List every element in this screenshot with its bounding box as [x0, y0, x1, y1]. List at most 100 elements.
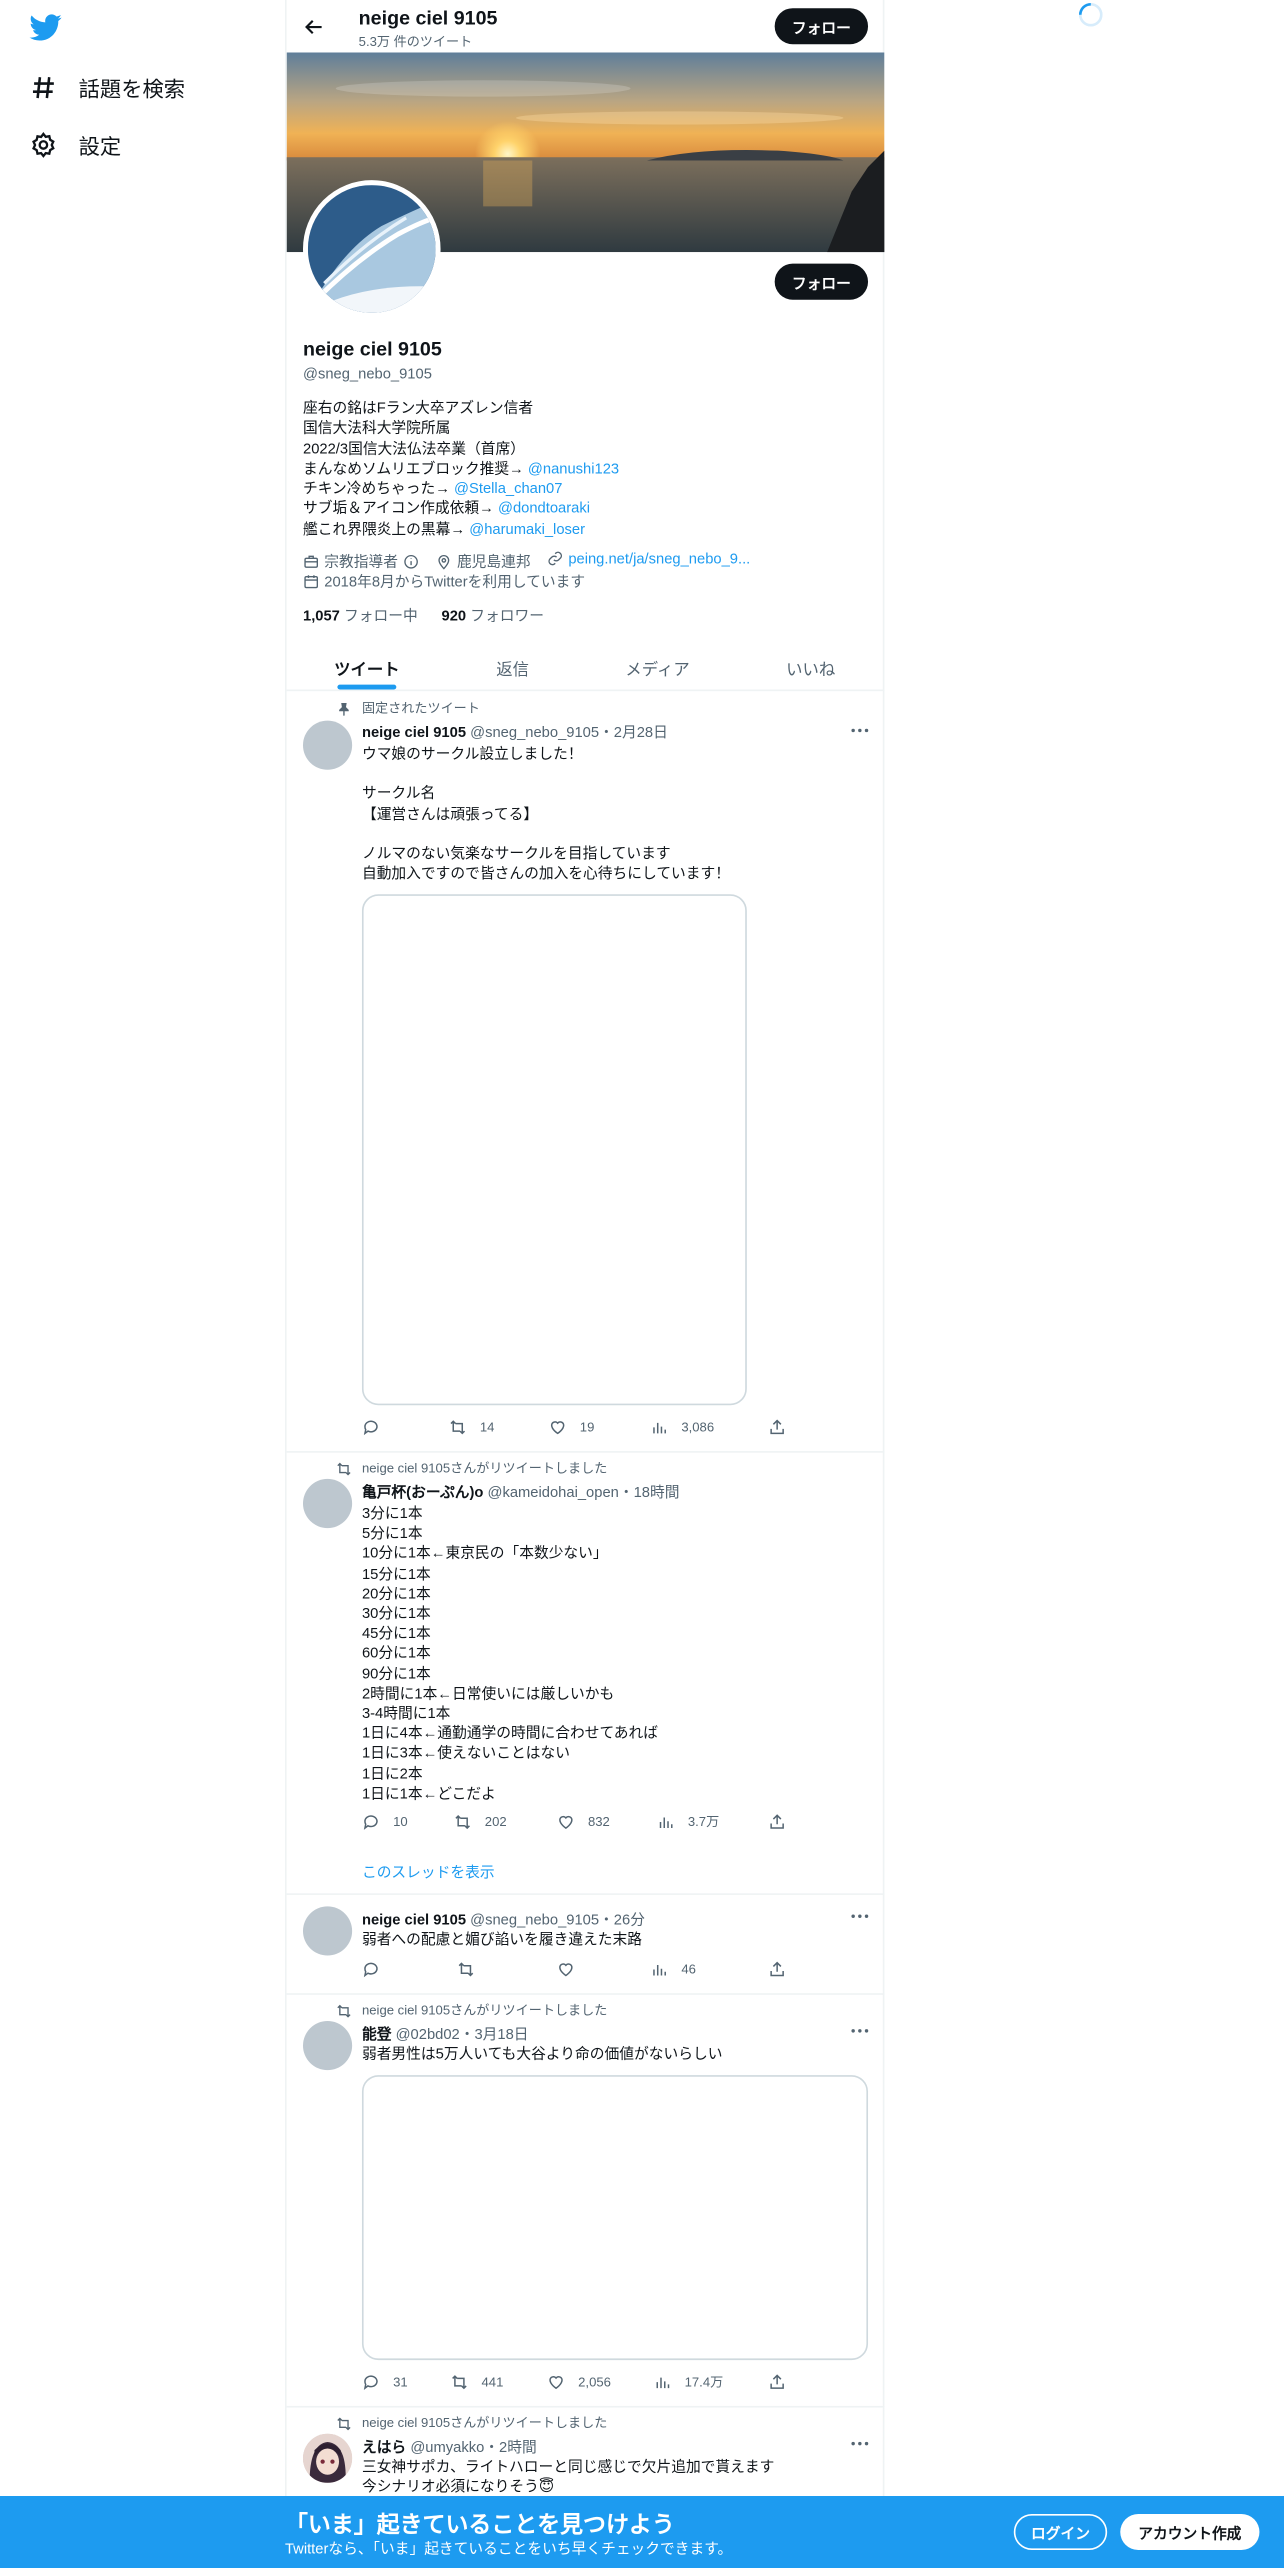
like-button[interactable]: 2,056	[547, 2373, 611, 2391]
show-thread-link[interactable]: このスレッドを表示	[362, 1861, 495, 1882]
more-icon[interactable]	[848, 719, 871, 742]
like-button[interactable]: 832	[557, 1813, 610, 1831]
bio-line: まんなめソムリエブロック推奨→	[302, 460, 528, 477]
retweet-button[interactable]	[457, 1960, 488, 1978]
retweet-button[interactable]: 14	[449, 1418, 494, 1436]
tweet-author-name[interactable]: えはら	[362, 2439, 406, 2455]
tweet-line: 1日に3本←使えないことはない	[361, 1744, 570, 1762]
share-button[interactable]	[768, 1960, 799, 1978]
tweet-line: 弱者男性は5万人いても大谷より命の価値がないらしい	[361, 2045, 723, 2062]
views-button[interactable]: 17.4万	[653, 2373, 723, 2391]
reply-button[interactable]: 31	[362, 2373, 408, 2391]
tweet-author-name[interactable]: neige ciel 9105	[362, 724, 466, 740]
divider	[286, 1893, 885, 1895]
reply-button[interactable]	[362, 1418, 393, 1436]
like-button[interactable]: 19	[549, 1418, 595, 1436]
retweet-icon	[452, 2375, 467, 2390]
view-count: 3,086	[681, 1419, 715, 1435]
back-arrow-icon[interactable]	[303, 16, 324, 37]
more-icon[interactable]	[848, 2019, 871, 2042]
tweet-avatar[interactable]	[302, 720, 353, 770]
tweet-author-name[interactable]: 能登	[362, 2026, 392, 2042]
tab-media[interactable]: メディア	[578, 642, 737, 691]
tweet-line: 45分に1本	[361, 1625, 431, 1642]
bio-line: 艦これ界隈炎上の黒幕→	[302, 520, 470, 537]
like-count: 832	[587, 1814, 610, 1830]
tweet-media[interactable]	[361, 2075, 869, 2361]
retweet-icon	[337, 1461, 351, 1475]
followers-link[interactable]: 920 フォロワー	[442, 608, 544, 624]
bio-mention-link[interactable]: @Stella_chan07	[454, 480, 562, 496]
tweet-actions: 31 441 2,056 17.4万	[362, 2373, 788, 2393]
tweet-line: 20分に1本	[361, 1585, 431, 1602]
anime-avatar-image	[302, 2433, 353, 2483]
like-button[interactable]	[557, 1960, 588, 1978]
following-count: 1,057	[302, 607, 340, 625]
tab-likes[interactable]: いいね	[737, 642, 884, 691]
nav-explore[interactable]: 話題を検索	[29, 67, 185, 106]
more-icon[interactable]	[848, 1905, 871, 1928]
followers-count: 920	[441, 607, 467, 625]
profile-follow-button[interactable]: フォロー	[774, 263, 869, 300]
tweet-line: 30分に1本	[361, 1605, 431, 1622]
retweet-button[interactable]: 441	[450, 2373, 503, 2391]
bio-mention-link[interactable]: @harumaki_loser	[469, 520, 585, 536]
tweet-meta[interactable]: @sneg_nebo_9105・26分	[470, 1911, 645, 1927]
share-button[interactable]	[768, 1418, 799, 1436]
tweet-author-name[interactable]: neige ciel 9105	[362, 1911, 466, 1927]
reply-button[interactable]	[362, 1960, 393, 1978]
bio-mention-link[interactable]: @nanushi123	[528, 460, 619, 476]
login-button[interactable]: ログイン	[1013, 2514, 1108, 2551]
view-count: 17.4万	[684, 2374, 724, 2390]
tweet-line: 1日に2本	[361, 1764, 423, 1782]
reply-button[interactable]: 10	[362, 1813, 408, 1831]
tweet-media[interactable]	[361, 894, 747, 1406]
profile-avatar[interactable]	[302, 180, 441, 318]
bio-mention-link[interactable]: @dondtoaraki	[498, 500, 590, 516]
signup-button[interactable]: アカウント作成	[1120, 2514, 1260, 2551]
tweet-line: 90分に1本	[361, 1665, 431, 1682]
tweet-author-name[interactable]: 亀戸杯(おーぷん)o	[362, 1484, 483, 1500]
bar-chart-icon	[656, 2377, 670, 2389]
tweet-meta[interactable]: @kameidohai_open・18時間	[488, 1484, 680, 1500]
tweet-line	[362, 764, 730, 784]
tweet-text: 弱者男性は5万人いても大谷より命の価値がないらしい	[362, 2044, 722, 2064]
hashtag-icon	[32, 76, 54, 98]
profile-joined-text: 2018年8月からTwitterを利用しています	[324, 573, 586, 590]
following-link[interactable]: 1,057 フォロー中	[303, 608, 418, 624]
tweet-meta[interactable]: @sneg_nebo_9105・2月28日	[470, 724, 668, 740]
retweet-button[interactable]: 202	[454, 1813, 507, 1831]
views-button[interactable]: 3.7万	[657, 1813, 719, 1831]
retweet-context: neige ciel 9105さんがリツイートしました	[336, 2001, 607, 2019]
retweet-icon	[458, 1962, 474, 1977]
tweet-avatar[interactable]	[302, 1906, 353, 1956]
twitter-logo-icon[interactable]	[29, 13, 62, 42]
views-button[interactable]: 3,086	[650, 1418, 714, 1436]
share-icon	[770, 2374, 784, 2389]
more-icon[interactable]	[848, 2432, 871, 2455]
like-count: 19	[579, 1419, 595, 1435]
tweet-avatar[interactable]	[302, 2433, 353, 2483]
like-count: 2,056	[578, 2374, 611, 2390]
tab-replies[interactable]: 返信	[447, 642, 578, 691]
reply-count: 31	[393, 2374, 408, 2390]
share-button[interactable]	[768, 2373, 799, 2391]
profile-category-text: 宗教指導者	[324, 553, 399, 570]
tweet-line: 3-4時間に1本	[361, 1705, 451, 1722]
tweet-avatar[interactable]	[302, 2021, 353, 2071]
info-icon[interactable]	[403, 553, 419, 569]
nav-settings[interactable]: 設定	[29, 124, 121, 163]
tweet-line: 5分に1本	[361, 1525, 423, 1542]
profile-url[interactable]: peing.net/ja/sneg_nebo_9...	[547, 550, 750, 567]
header-follow-button[interactable]: フォロー	[774, 8, 869, 45]
tweet-meta[interactable]: @umyakko・2時間	[410, 2439, 536, 2455]
profile-url-link[interactable]: peing.net/ja/sneg_nebo_9...	[568, 550, 750, 566]
tweet-line: 1日に4本←通勤通学の時間に合わせてあれば	[361, 1724, 658, 1742]
bottom-bar-subtitle: Twitterなら、「いま」起きていることをいち早くチェックできます。	[284, 2540, 733, 2557]
bar-chart-icon	[653, 1422, 666, 1434]
tweet-meta[interactable]: @02bd02・3月18日	[396, 2026, 529, 2042]
bar-chart-icon	[653, 1964, 666, 1976]
share-button[interactable]	[768, 1813, 799, 1831]
views-button[interactable]: 46	[650, 1960, 696, 1978]
tweet-avatar[interactable]	[302, 1478, 353, 1529]
